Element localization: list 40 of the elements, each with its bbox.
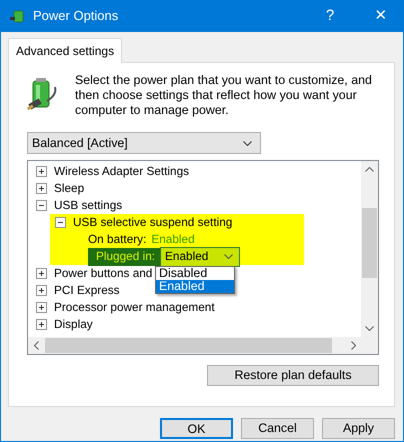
ok-button[interactable]: OK (160, 418, 233, 439)
scroll-right-icon (351, 341, 356, 350)
tree-item[interactable]: USB settings (54, 196, 122, 214)
chevron-down-icon (224, 254, 234, 259)
cancel-button[interactable]: Cancel (241, 418, 314, 439)
help-button[interactable]: ? (308, 4, 352, 28)
tree-item[interactable]: Wireless Adapter Settings (54, 162, 190, 180)
tree-item[interactable]: Power buttons and (54, 264, 152, 282)
scroll-left-icon (34, 341, 39, 350)
expand-icon[interactable] (36, 319, 47, 330)
collapse-icon[interactable] (36, 200, 47, 211)
collapse-icon[interactable] (55, 217, 66, 228)
tab[interactable]: Advanced settings (8, 38, 122, 63)
plan-select[interactable]: Balanced [Active] (27, 132, 261, 154)
restore-defaults-button[interactable]: Restore plan defaults (207, 365, 379, 386)
setting-value: Enabled (151, 230, 195, 248)
apply-button[interactable]: Apply (322, 418, 395, 439)
value-dropdown[interactable]: Enabled (160, 246, 240, 266)
scroll-up-icon (365, 167, 374, 172)
setting-label: Plugged in: (88, 248, 160, 266)
tree-item[interactable]: Sleep (54, 180, 84, 198)
expand-icon[interactable] (36, 268, 47, 279)
expand-icon[interactable] (36, 166, 47, 177)
description: Select the power plan that you want to customize, and then choose settings that reflect how you want your computer to manage power. (75, 73, 373, 118)
app-icon (10, 8, 26, 24)
tree-item[interactable]: Display (54, 316, 93, 334)
scroll-down-icon (365, 326, 374, 331)
scrollbar-thumb (362, 208, 377, 278)
dropdown-option[interactable]: Enabled (156, 280, 234, 293)
expand-icon[interactable] (36, 183, 47, 194)
chevron-down-icon (243, 140, 252, 146)
dropdown-option[interactable]: Disabled (156, 267, 234, 280)
expand-icon[interactable] (36, 285, 47, 296)
tree-item[interactable]: USB selective suspend setting (73, 214, 232, 232)
expand-icon[interactable] (36, 302, 47, 313)
close-button[interactable]: ✕ (359, 4, 403, 28)
tree-item[interactable]: PCI Express (54, 282, 120, 300)
window-title: Power Options (33, 7, 120, 26)
setting-label: On battery: (88, 230, 146, 248)
tree-item[interactable]: Processor power management (54, 298, 215, 316)
